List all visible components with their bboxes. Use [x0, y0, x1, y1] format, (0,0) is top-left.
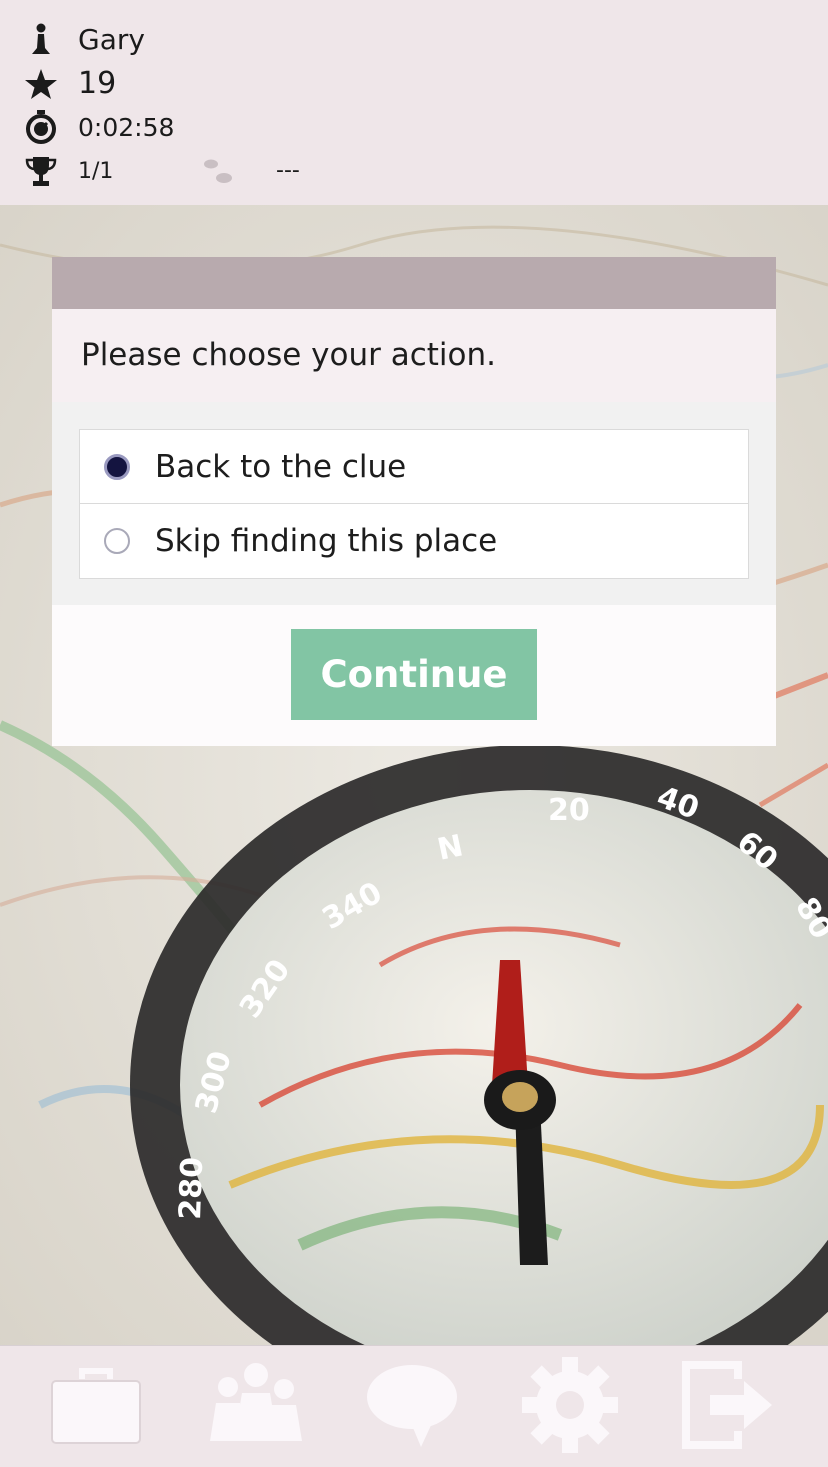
continue-button[interactable]: Continue [291, 629, 537, 720]
steps-value: --- [276, 158, 300, 183]
rank-row: 1/1 [24, 154, 113, 188]
radio-button[interactable] [104, 527, 130, 554]
pawn-icon [24, 22, 58, 56]
svg-text:280: 280 [173, 1156, 210, 1220]
option-label: Skip finding this place [155, 522, 498, 559]
footsteps-icon [200, 158, 236, 186]
elapsed-time: 0:02:58 [78, 112, 175, 142]
trophy-icon [24, 154, 58, 188]
chat-icon [365, 1363, 459, 1451]
option-skip-place[interactable]: Skip finding this place [80, 504, 748, 577]
star-icon [24, 67, 58, 101]
action-dialog: Please choose your action. Back to the c… [52, 257, 776, 746]
option-label: Back to the clue [155, 448, 407, 485]
option-back-to-clue[interactable]: Back to the clue [80, 430, 748, 504]
status-header: Gary 19 0:02:58 1/1 --- [0, 0, 828, 205]
exit-button[interactable] [668, 1346, 788, 1467]
stopwatch-icon [24, 110, 58, 144]
exit-icon [680, 1359, 776, 1455]
radio-group: Back to the clue Skip finding this place [79, 429, 749, 579]
radio-button-selected[interactable] [104, 453, 130, 480]
bottom-toolbar [0, 1345, 828, 1467]
rank-value: 1/1 [78, 158, 114, 184]
player-name: Gary [78, 22, 145, 56]
timer-row: 0:02:58 [24, 110, 174, 144]
team-button[interactable] [194, 1346, 314, 1467]
settings-button[interactable] [510, 1346, 630, 1467]
briefcase-icon [50, 1365, 142, 1449]
inventory-button[interactable] [36, 1346, 156, 1467]
player-row: Gary [24, 22, 145, 56]
score-value: 19 [78, 66, 117, 101]
chat-button[interactable] [352, 1346, 472, 1467]
dialog-footer: Continue [52, 605, 776, 746]
team-icon [202, 1362, 306, 1451]
dialog-message: Please choose your action. [52, 309, 776, 402]
dialog-title-bar [52, 257, 776, 309]
svg-text:20: 20 [548, 793, 590, 828]
gear-icon [520, 1355, 620, 1459]
score-row: 19 [24, 66, 116, 101]
options-area: Back to the clue Skip finding this place [52, 402, 776, 605]
